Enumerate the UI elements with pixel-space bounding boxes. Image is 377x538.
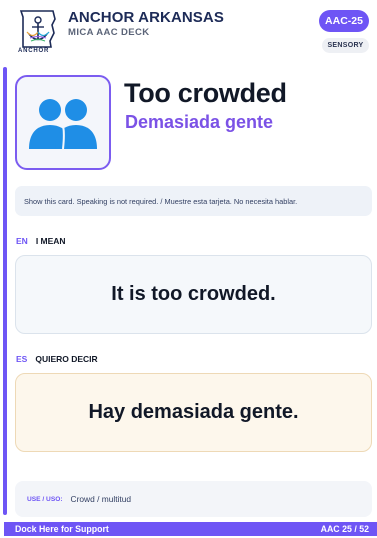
en-section-label: EN I MEAN (16, 236, 66, 246)
use-label: USE / USO: (27, 495, 63, 503)
en-phrase-box: It is too crowded. (15, 255, 372, 334)
anchor-logo: ANCHOR (17, 5, 59, 61)
es-phrase-box: Hay demasiada gente. (15, 373, 372, 452)
en-meaning-label: I MEAN (35, 236, 66, 246)
es-meaning-label: QUIERO DECIR (35, 354, 98, 364)
card-code-badge: AAC-25 (319, 10, 369, 32)
es-lang-tag: ES (16, 354, 28, 364)
card-title-en: Too crowded (124, 78, 287, 108)
logo-text: ANCHOR (18, 48, 50, 54)
card-page-counter: AAC 25 / 52 (320, 524, 369, 534)
support-footer[interactable]: Dock Here for Support AAC 25 / 52 (4, 522, 377, 536)
use-box: USE / USO: Crowd / multitud (15, 481, 372, 517)
card-icon-box (15, 75, 111, 170)
brand-title: ANCHOR ARKANSAS (68, 9, 224, 26)
instruction-bar: Show this card. Speaking is not required… (15, 186, 372, 216)
card-title-es: Demasiada gente (125, 112, 274, 132)
en-lang-tag: EN (16, 236, 28, 246)
two-people-icon (29, 98, 97, 149)
category-badge: SENSORY (322, 38, 369, 53)
use-value: Crowd / multitud (70, 494, 132, 504)
card-header: ANCHOR ANCHOR ARKANSAS MICA AAC DECK AAC… (0, 0, 377, 62)
dock-support-link[interactable]: Dock Here for Support (15, 524, 109, 534)
brand-subtitle: MICA AAC DECK (68, 27, 150, 38)
aac-card: ANCHOR ANCHOR ARKANSAS MICA AAC DECK AAC… (0, 0, 377, 538)
left-accent-bar (3, 67, 7, 515)
es-section-label: ES QUIERO DECIR (16, 354, 98, 364)
